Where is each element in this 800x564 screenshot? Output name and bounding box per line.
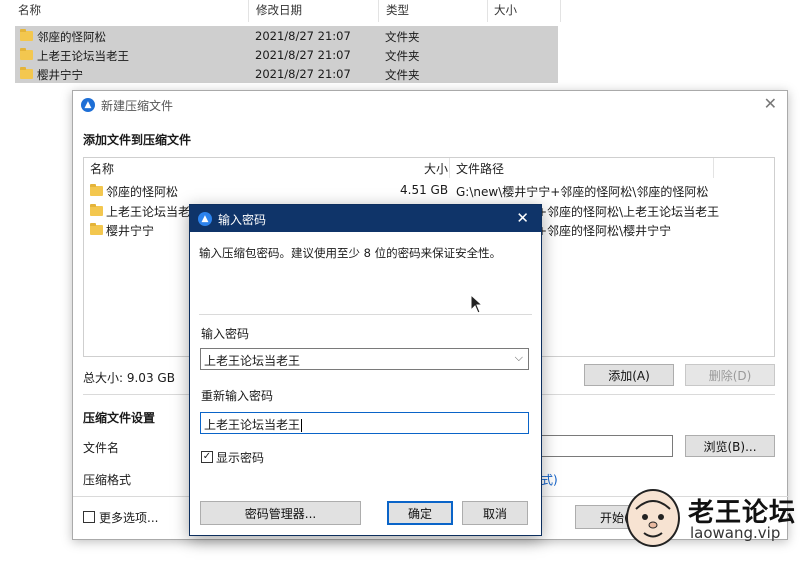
dialog-title: 新建压缩文件 xyxy=(101,98,174,113)
item-size: 4.51 GB xyxy=(400,183,449,197)
text-caret xyxy=(301,419,303,432)
folder-icon xyxy=(20,29,33,41)
row-date: 2021/8/27 21:07 xyxy=(255,67,351,81)
list-item[interactable]: 邻座的怪阿松 4.51 GB G:\new\樱井宁宁+邻座的怪阿松\邻座的怪阿松 xyxy=(84,182,774,200)
format-link[interactable]: 式) xyxy=(541,471,558,488)
explorer-header: 名称 修改日期 类型 大小 xyxy=(0,0,800,22)
explorer-row[interactable]: 邻座的怪阿松 2021/8/27 21:07 文件夹 xyxy=(15,26,558,45)
list-col-separator[interactable] xyxy=(449,158,450,178)
folder-icon xyxy=(90,204,103,216)
filename-label: 文件名 xyxy=(83,441,120,455)
password-label: 输入密码 xyxy=(201,327,250,341)
more-options-label[interactable]: 更多选项... xyxy=(99,509,158,526)
show-password-checkbox[interactable]: ✓ xyxy=(201,451,213,463)
item-name: 樱井宁宁 xyxy=(106,224,155,238)
mascot-avatar-icon xyxy=(626,489,680,547)
confirm-password-label: 重新输入密码 xyxy=(201,389,274,403)
password-combo[interactable]: 上老王论坛当老王 ⌵ xyxy=(200,348,529,370)
add-button[interactable]: 添加(A) xyxy=(584,364,674,386)
row-date: 2021/8/27 21:07 xyxy=(255,48,351,62)
row-name: 邻座的怪阿松 xyxy=(37,30,106,44)
filename-input[interactable] xyxy=(541,435,673,457)
col-type[interactable]: 类型 xyxy=(386,2,409,18)
explorer-row[interactable]: 上老王论坛当老王 2021/8/27 21:07 文件夹 xyxy=(15,45,558,64)
col-separator[interactable] xyxy=(248,0,249,22)
folder-icon xyxy=(90,184,103,196)
col-name[interactable]: 名称 xyxy=(18,2,41,18)
list-header-name[interactable]: 名称 xyxy=(90,160,114,177)
explorer-row[interactable]: 樱井宁宁 2021/8/27 21:07 文件夹 xyxy=(15,64,558,83)
total-size: 总大小: 9.03 GB xyxy=(83,371,175,385)
col-size[interactable]: 大小 xyxy=(494,2,517,18)
col-separator[interactable] xyxy=(378,0,379,22)
dialog-titlebar: ▲ 新建压缩文件 xyxy=(81,95,173,115)
row-date: 2021/8/27 21:07 xyxy=(255,29,351,43)
col-date[interactable]: 修改日期 xyxy=(256,2,302,18)
item-name: 邻座的怪阿松 xyxy=(106,185,179,199)
chevron-down-icon[interactable]: ⌵ xyxy=(515,351,523,365)
cancel-button[interactable]: 取消 xyxy=(462,501,528,525)
item-path: G:\new\樱井宁宁+邻座的怪阿松\邻座的怪阿松 xyxy=(456,185,709,199)
folder-icon xyxy=(20,48,33,60)
confirm-password-value: 上老王论坛当老王 xyxy=(204,418,301,432)
folder-icon xyxy=(90,223,103,235)
password-manager-button[interactable]: 密码管理器... xyxy=(200,501,361,525)
row-type: 文件夹 xyxy=(385,68,420,82)
row-name: 上老王论坛当老王 xyxy=(37,49,129,63)
list-header-path[interactable]: 文件路径 xyxy=(456,160,504,177)
row-name: 樱井宁宁 xyxy=(37,68,83,82)
app-icon: ▲ xyxy=(81,98,95,112)
list-col-separator[interactable] xyxy=(713,158,714,178)
col-separator[interactable] xyxy=(487,0,488,22)
item-path: +邻座的怪阿松\上老王论坛当老王 xyxy=(537,205,720,219)
more-options-checkbox[interactable] xyxy=(83,511,95,523)
password-dialog-title: 输入密码 xyxy=(218,213,267,227)
password-dialog: ▲ 输入密码 ✕ 输入压缩包密码。建议使用至少 8 位的密码来保证安全性。 输入… xyxy=(189,204,542,536)
format-label: 压缩格式 xyxy=(83,473,132,487)
settings-section-label: 压缩文件设置 xyxy=(83,411,156,425)
row-type: 文件夹 xyxy=(385,49,420,63)
app-icon: ▲ xyxy=(198,212,212,226)
watermark-url: laowang.vip xyxy=(690,524,781,542)
folder-icon xyxy=(20,67,33,79)
add-section-label: 添加文件到压缩文件 xyxy=(83,133,192,147)
item-name: 上老王论坛当老王 xyxy=(106,205,203,219)
col-separator[interactable] xyxy=(560,0,561,22)
divider xyxy=(199,314,532,315)
password-value: 上老王论坛当老王 xyxy=(204,354,301,368)
item-path: +邻座的怪阿松\樱井宁宁 xyxy=(537,224,672,238)
confirm-password-input[interactable]: 上老王论坛当老王 xyxy=(200,412,529,434)
delete-button[interactable]: 删除(D) xyxy=(685,364,775,386)
password-description: 输入压缩包密码。建议使用至少 8 位的密码来保证安全性。 xyxy=(199,246,502,260)
browse-button[interactable]: 浏览(B)... xyxy=(685,435,775,457)
close-icon[interactable]: ✕ xyxy=(516,209,529,227)
list-header-size[interactable]: 大小 xyxy=(424,160,448,177)
password-titlebar: ▲ 输入密码 ✕ xyxy=(190,205,541,232)
ok-button[interactable]: 确定 xyxy=(387,501,453,525)
mouse-cursor-icon xyxy=(470,294,484,314)
row-type: 文件夹 xyxy=(385,30,420,44)
close-icon[interactable]: ✕ xyxy=(764,94,777,113)
show-password-label[interactable]: 显示密码 xyxy=(216,449,264,466)
